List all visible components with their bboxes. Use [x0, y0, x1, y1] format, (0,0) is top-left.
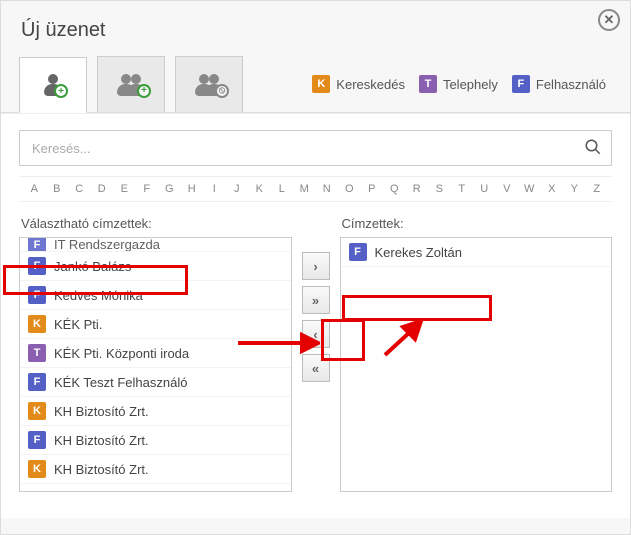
tag-f-icon: F: [28, 431, 46, 449]
dialog-title: Új üzenet: [1, 1, 630, 56]
legend-item-telephely: T Telephely: [419, 75, 498, 93]
alphabet-letter[interactable]: L: [271, 183, 294, 195]
alphabet-letter[interactable]: T: [451, 183, 474, 195]
legend-label: Telephely: [443, 77, 498, 92]
legend-label: Kereskedés: [336, 77, 405, 92]
alphabet-letter[interactable]: X: [541, 183, 564, 195]
close-button[interactable]: ✕: [598, 9, 620, 31]
tag-f-icon: F: [28, 373, 46, 391]
alphabet-letter[interactable]: F: [136, 183, 159, 195]
list-item[interactable]: F Kedves Mónika: [20, 281, 291, 310]
list-item-label: KÉK Pti. Központi iroda: [54, 346, 189, 361]
tag-f-icon: F: [28, 286, 46, 304]
list-item-label: Jankó Balázs: [54, 259, 131, 274]
selected-label: Címzettek:: [340, 212, 613, 237]
tag-f-icon: F: [28, 257, 46, 275]
alphabet-letter[interactable]: A: [23, 183, 46, 195]
alphabet-letter[interactable]: V: [496, 183, 519, 195]
alphabet-letter[interactable]: J: [226, 183, 249, 195]
list-item[interactable]: F IT Rendszergazda: [20, 238, 291, 252]
tag-k-icon: K: [312, 75, 330, 93]
tag-t-icon: T: [28, 344, 46, 362]
tag-k-icon: K: [28, 315, 46, 333]
alphabet-letter[interactable]: W: [518, 183, 541, 195]
legend-label: Felhasználó: [536, 77, 606, 92]
alphabet-letter[interactable]: I: [203, 183, 226, 195]
tab-add-group[interactable]: +: [97, 56, 165, 112]
list-item-label: KH Biztosító Zrt.: [54, 433, 149, 448]
tag-f-icon: F: [28, 238, 46, 252]
alphabet-letter[interactable]: Q: [383, 183, 406, 195]
search-input[interactable]: [19, 130, 612, 166]
list-item[interactable]: K KH Biztosító Zrt.: [20, 455, 291, 484]
list-item-label: IT Rendszergazda: [54, 238, 160, 252]
tag-k-icon: K: [28, 402, 46, 420]
alphabet-letter[interactable]: Z: [586, 183, 609, 195]
alphabet-letter[interactable]: B: [46, 183, 69, 195]
tag-k-icon: K: [28, 460, 46, 478]
tag-f-icon: F: [512, 75, 530, 93]
content-area: ABCDEFGHIJKLMNOPQRSTUVWXYZ Választható c…: [1, 113, 630, 518]
alphabet-letter[interactable]: G: [158, 183, 181, 195]
alphabet-letter[interactable]: Y: [563, 183, 586, 195]
alphabet-letter[interactable]: E: [113, 183, 136, 195]
add-all-button[interactable]: »: [302, 286, 330, 314]
alphabet-letter[interactable]: R: [406, 183, 429, 195]
legend-item-kereskedes: K Kereskedés: [312, 75, 405, 93]
alphabet-filter: ABCDEFGHIJKLMNOPQRSTUVWXYZ: [19, 176, 612, 202]
list-item-label: KH Biztosító Zrt.: [54, 462, 149, 477]
alphabet-letter[interactable]: O: [338, 183, 361, 195]
alphabet-letter[interactable]: M: [293, 183, 316, 195]
tag-t-icon: T: [419, 75, 437, 93]
list-item[interactable]: F Kerekes Zoltán: [341, 238, 612, 267]
new-message-dialog: ✕ Új üzenet + + ⦸: [0, 0, 631, 535]
list-item-label: Kerekes Zoltán: [375, 245, 462, 260]
plus-badge-icon: +: [137, 84, 151, 98]
tab-exclude-group[interactable]: ⦸: [175, 56, 243, 112]
add-button[interactable]: ›: [302, 252, 330, 280]
list-item[interactable]: K KH Biztosító Zrt.: [20, 397, 291, 426]
annotation-arrow-icon: [236, 331, 320, 355]
search-wrap: [19, 130, 612, 166]
alphabet-letter[interactable]: C: [68, 183, 91, 195]
list-item-label: Kedves Mónika: [54, 288, 143, 303]
list-item-label: KH Biztosító Zrt.: [54, 404, 149, 419]
available-label: Választható címzettek:: [19, 212, 292, 237]
alphabet-letter[interactable]: S: [428, 183, 451, 195]
alphabet-letter[interactable]: N: [316, 183, 339, 195]
alphabet-letter[interactable]: D: [91, 183, 114, 195]
disable-badge-icon: ⦸: [215, 84, 229, 98]
alphabet-letter[interactable]: K: [248, 183, 271, 195]
plus-badge-icon: +: [54, 84, 68, 98]
tab-add-person[interactable]: +: [19, 57, 87, 113]
tabs-row: + + ⦸ K Kereske: [1, 56, 630, 113]
remove-all-button[interactable]: «: [302, 354, 330, 382]
selected-listbox[interactable]: F Kerekes Zoltán: [340, 237, 613, 492]
alphabet-letter[interactable]: U: [473, 183, 496, 195]
legend: K Kereskedés T Telephely F Felhasználó: [312, 75, 612, 93]
list-item-label: KÉK Pti.: [54, 317, 102, 332]
list-item[interactable]: F KH Biztosító Zrt.: [20, 426, 291, 455]
search-icon[interactable]: [584, 138, 602, 161]
list-item[interactable]: F Jankó Balázs: [20, 252, 291, 281]
available-listbox[interactable]: F IT Rendszergazda F Jankó Balázs F Kedves Mó…: [19, 237, 292, 492]
tag-f-icon: F: [349, 243, 367, 261]
alphabet-letter[interactable]: H: [181, 183, 204, 195]
list-item[interactable]: F KÉK Teszt Felhasználó: [20, 368, 291, 397]
legend-item-felhasznalo: F Felhasználó: [512, 75, 606, 93]
list-item-label: KÉK Teszt Felhasználó: [54, 375, 187, 390]
alphabet-letter[interactable]: P: [361, 183, 384, 195]
annotation-arrow-icon: [377, 321, 427, 361]
